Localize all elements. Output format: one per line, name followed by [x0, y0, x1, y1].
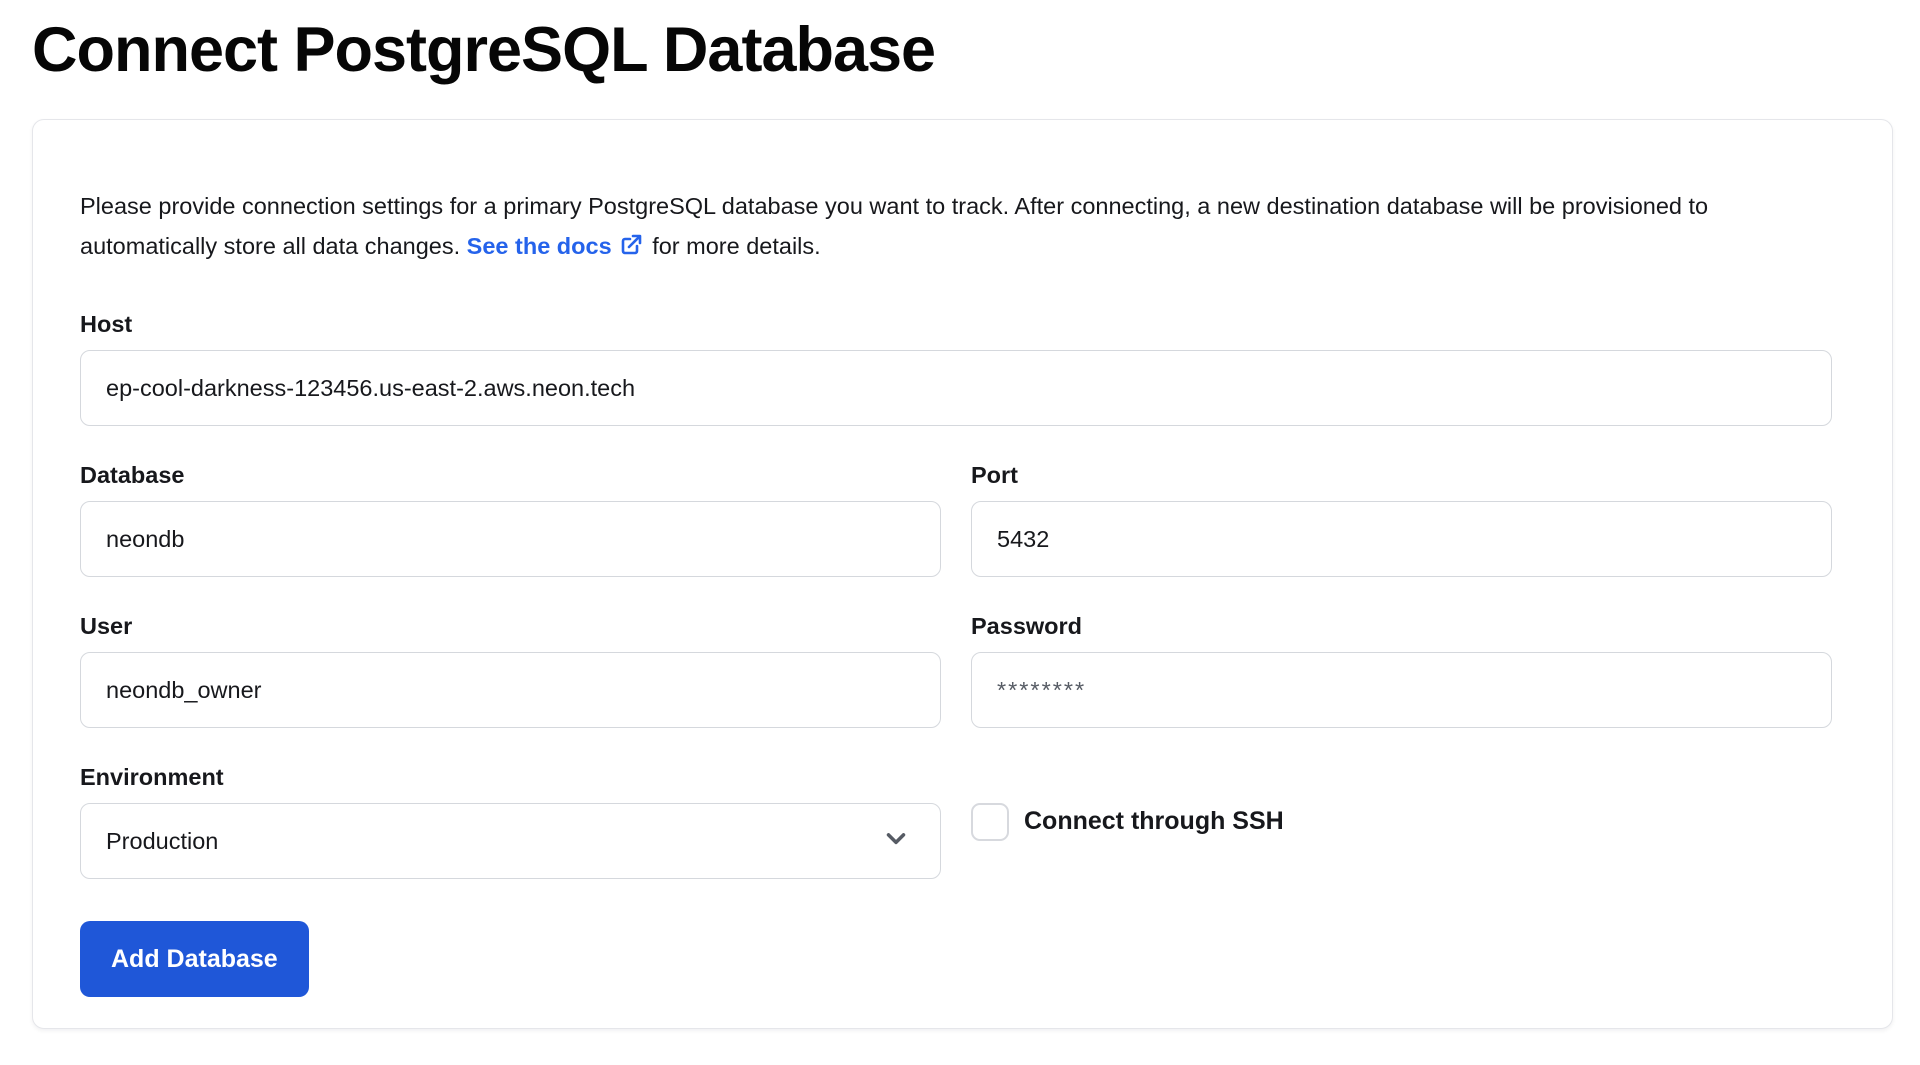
see-the-docs-link[interactable]: See the docs — [467, 233, 612, 259]
host-label: Host — [80, 311, 1832, 338]
external-link-icon[interactable] — [619, 229, 643, 269]
user-label: User — [80, 613, 941, 640]
description-after-link: for more details. — [652, 233, 820, 259]
password-input[interactable] — [971, 652, 1832, 728]
user-field-group: User — [80, 613, 941, 728]
password-field-group: Password — [971, 613, 1832, 728]
database-label: Database — [80, 462, 941, 489]
ssh-checkbox[interactable] — [971, 803, 1009, 841]
environment-selected-value: Production — [106, 828, 218, 855]
user-password-row: User Password — [80, 613, 1832, 728]
page-title: Connect PostgreSQL Database — [32, 14, 1920, 86]
description-text: Please provide connection settings for a… — [80, 186, 1832, 269]
chevron-down-icon — [881, 823, 911, 859]
connection-settings-card: Please provide connection settings for a… — [32, 119, 1893, 1029]
port-input[interactable] — [971, 501, 1832, 577]
password-label: Password — [971, 613, 1832, 640]
port-field-group: Port — [971, 462, 1832, 577]
host-input[interactable] — [80, 350, 1832, 426]
database-input[interactable] — [80, 501, 941, 577]
add-database-button[interactable]: Add Database — [80, 921, 309, 997]
ssh-checkbox-label[interactable]: Connect through SSH — [1024, 807, 1284, 836]
database-field-group: Database — [80, 462, 941, 577]
environment-select[interactable]: Production — [80, 803, 941, 879]
user-input[interactable] — [80, 652, 941, 728]
description-before-link: Please provide connection settings for a… — [80, 193, 1708, 259]
database-port-row: Database Port — [80, 462, 1832, 577]
environment-ssh-row: Environment Production Connect through S… — [80, 764, 1832, 879]
environment-label: Environment — [80, 764, 941, 791]
host-field-group: Host — [80, 311, 1832, 426]
port-label: Port — [971, 462, 1832, 489]
environment-field-group: Environment Production — [80, 764, 941, 879]
ssh-option-group: Connect through SSH — [971, 803, 1832, 841]
